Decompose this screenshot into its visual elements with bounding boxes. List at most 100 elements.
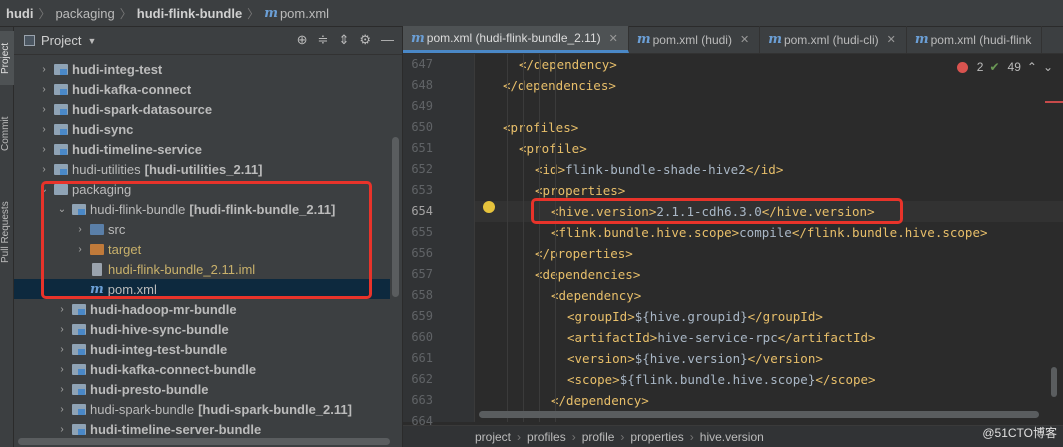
chevron-right-icon: ›: [517, 429, 522, 444]
code-line[interactable]: <version>${hive.version}</version>: [475, 348, 823, 369]
lightbulb-icon[interactable]: [483, 201, 495, 213]
collapsed-arrow-icon[interactable]: ›: [38, 124, 50, 135]
tree-row[interactable]: › hudi-integ-test: [14, 59, 390, 79]
tree-row[interactable]: › hudi-hadoop-mr-bundle: [14, 299, 390, 319]
line-number: 656: [411, 246, 433, 260]
editor-vertical-scrollbar[interactable]: [1051, 367, 1057, 397]
code-line[interactable]: </properties>: [475, 243, 633, 264]
editor-area: m pom.xml (hudi-flink-bundle_2.11) ✕ m pom.x…: [403, 26, 1063, 447]
code-line[interactable]: </dependency>: [475, 54, 617, 75]
line-number: 651: [411, 141, 433, 155]
collapsed-arrow-icon[interactable]: ›: [38, 104, 50, 115]
collapsed-arrow-icon[interactable]: ›: [38, 164, 50, 175]
code-line[interactable]: <flink.bundle.hive.scope>compile</flink.…: [475, 222, 988, 243]
tree-row[interactable]: › hudi-presto-bundle: [14, 379, 390, 399]
code-line[interactable]: <profiles>: [475, 117, 578, 138]
indent-guide: [523, 54, 524, 422]
collapse-all-icon[interactable]: ⇕: [338, 32, 349, 48]
code-line[interactable]: <scope>${flink.bundle.hive.scope}</scope…: [475, 369, 876, 390]
editor-tab[interactable]: m pom.xml (hudi-flink: [907, 26, 1043, 53]
close-icon[interactable]: ✕: [609, 32, 618, 45]
code-view[interactable]: </dependency> </dependencies> <profiles> <p…: [475, 54, 1063, 422]
breadcrumb-item-hudi[interactable]: hudi: [6, 6, 33, 21]
editor-breadcrumb-item[interactable]: profile: [582, 430, 615, 444]
tool-tab-project[interactable]: Project: [0, 31, 14, 85]
tree-row[interactable]: › hudi-timeline-service: [14, 139, 390, 159]
xml-tag: </properties>: [535, 246, 633, 261]
inspection-widget[interactable]: 2 ✔ 49 ⌃ ⌄: [956, 60, 1053, 74]
left-tool-strip: Project Commit Pull Requests: [0, 27, 14, 447]
project-panel-toolbar: ⊕ ≑ ⇕ ⚙ —: [297, 32, 394, 48]
chevron-right-icon: 〉: [247, 6, 260, 21]
code-line[interactable]: <artifactId>hive-service-rpc</artifactId…: [475, 327, 876, 348]
code-line[interactable]: </dependency>: [475, 390, 649, 411]
tree-row[interactable]: › hudi-hive-sync-bundle: [14, 319, 390, 339]
minimize-icon[interactable]: —: [381, 32, 394, 48]
locate-icon[interactable]: ⊕: [297, 32, 308, 48]
collapsed-arrow-icon[interactable]: ›: [56, 404, 68, 415]
close-icon[interactable]: ✕: [887, 33, 896, 46]
collapsed-arrow-icon[interactable]: ›: [38, 144, 50, 155]
tool-tab-pull-requests[interactable]: Pull Requests: [0, 187, 14, 277]
collapsed-arrow-icon[interactable]: ›: [56, 324, 68, 335]
line-number: 648: [411, 78, 433, 92]
code-line[interactable]: </dependencies>: [475, 75, 616, 96]
xml-tag: </id>: [745, 162, 784, 177]
tree-row[interactable]: › hudi-spark-bundle [hudi-spark-bundle_2.1…: [14, 399, 390, 419]
tree-item-label: hudi-timeline-server-bundle: [90, 421, 262, 437]
code-line[interactable]: <id>flink-bundle-shade-hive2</id>: [475, 159, 783, 180]
collapsed-arrow-icon[interactable]: ›: [56, 344, 68, 355]
tree-row[interactable]: › hudi-kafka-connect: [14, 79, 390, 99]
tree-row[interactable]: › hudi-kafka-connect-bundle: [14, 359, 390, 379]
tree-horizontal-scrollbar[interactable]: [18, 438, 390, 445]
project-panel-title[interactable]: Project: [41, 33, 81, 48]
code-line[interactable]: <profile>: [475, 138, 587, 159]
gear-icon[interactable]: ⚙: [359, 32, 371, 48]
expand-all-icon[interactable]: ≑: [318, 32, 329, 48]
breadcrumb-item-hudi-flink-bundle[interactable]: hudi-flink-bundle: [137, 6, 242, 21]
breadcrumb-item-pom[interactable]: pom.xml: [280, 6, 329, 21]
line-number: 654: [411, 204, 433, 218]
code-line[interactable]: [475, 96, 487, 117]
tree-row[interactable]: › hudi-utilities [hudi-utilities_2.11]: [14, 159, 390, 179]
code-line[interactable]: <dependencies>: [475, 264, 640, 285]
code-line[interactable]: <dependency>: [475, 285, 641, 306]
tree-row[interactable]: › hudi-timeline-server-bundle: [14, 419, 390, 439]
chevron-up-icon[interactable]: ⌃: [1027, 60, 1037, 74]
collapsed-arrow-icon[interactable]: ›: [56, 304, 68, 315]
tree-row[interactable]: › hudi-sync: [14, 119, 390, 139]
collapsed-arrow-icon[interactable]: ›: [38, 84, 50, 95]
tool-tab-commit[interactable]: Commit: [0, 107, 14, 161]
tree-vertical-scrollbar[interactable]: [392, 137, 399, 297]
close-icon[interactable]: ✕: [740, 33, 749, 46]
tree-item-label: hudi-presto-bundle: [90, 381, 209, 397]
xml-tag: </scope>: [815, 372, 876, 387]
error-stripe-marker[interactable]: [1045, 101, 1063, 103]
editor-tab[interactable]: m pom.xml (hudi-flink-bundle_2.11) ✕: [403, 26, 629, 53]
dropdown-caret-icon[interactable]: ▼: [87, 36, 96, 46]
collapsed-arrow-icon[interactable]: ›: [38, 64, 50, 75]
editor-tab[interactable]: m pom.xml (hudi-cli) ✕: [760, 26, 907, 53]
editor-tab[interactable]: m pom.xml (hudi) ✕: [629, 26, 761, 53]
tree-row[interactable]: › hudi-spark-datasource: [14, 99, 390, 119]
editor-horizontal-scrollbar[interactable]: [479, 411, 1039, 418]
tree-item-label: hudi-sync: [72, 121, 134, 137]
xml-tag: <profile>: [519, 141, 587, 156]
editor-breadcrumb-item[interactable]: hive.version: [700, 430, 764, 444]
editor-breadcrumb-item[interactable]: properties: [630, 430, 683, 444]
collapsed-arrow-icon[interactable]: ›: [56, 384, 68, 395]
editor-breadcrumb-item[interactable]: profiles: [527, 430, 566, 444]
collapsed-arrow-icon[interactable]: ›: [56, 424, 68, 435]
line-number: 663: [411, 393, 433, 407]
collapsed-arrow-icon[interactable]: ›: [56, 364, 68, 375]
tree-row[interactable]: › hudi-integ-test-bundle: [14, 339, 390, 359]
tree-item-label: hudi-hive-sync-bundle: [90, 321, 229, 337]
xml-tag: <scope>: [567, 372, 620, 387]
editor-breadcrumb-item[interactable]: project: [475, 430, 511, 444]
chevron-down-icon[interactable]: ⌄: [1043, 60, 1053, 74]
chevron-right-icon: 〉: [38, 6, 51, 21]
breadcrumb-item-packaging[interactable]: packaging: [55, 6, 114, 21]
maven-file-icon: m: [636, 32, 651, 47]
code-line[interactable]: <groupId>${hive.groupid}</groupId>: [475, 306, 823, 327]
tree-item-label: hudi-timeline-service: [72, 141, 203, 157]
